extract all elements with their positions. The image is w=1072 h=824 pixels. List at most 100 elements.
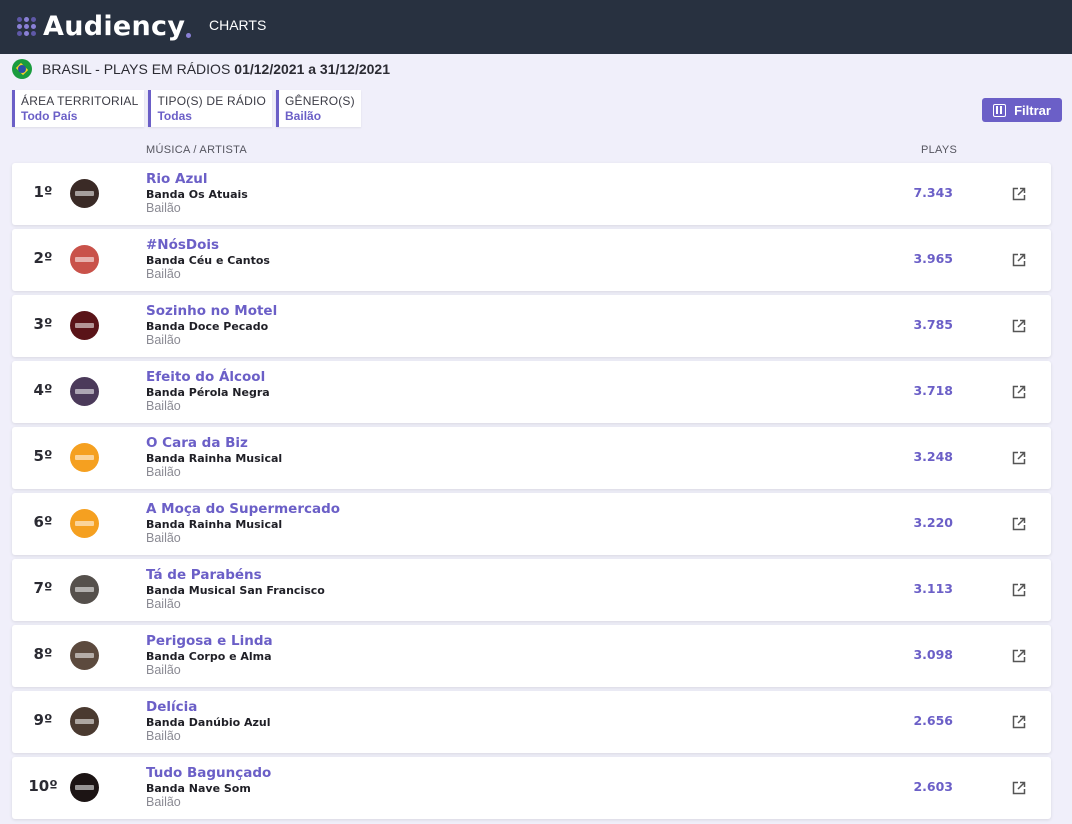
artist-name: Banda Rainha Musical bbox=[146, 452, 283, 465]
plays-count: 2.656 bbox=[913, 713, 953, 728]
genre-label: Bailão bbox=[146, 201, 181, 215]
genre-label: Bailão bbox=[146, 729, 181, 743]
external-link-icon[interactable] bbox=[1012, 253, 1026, 267]
rank-number: 8º bbox=[33, 645, 53, 663]
filter-button-label: Filtrar bbox=[1014, 102, 1051, 118]
song-title[interactable]: Rio Azul bbox=[146, 171, 208, 187]
chart-row[interactable]: 8º Perigosa e Linda Banda Corpo e Alma Bail… bbox=[12, 625, 1051, 687]
album-art bbox=[70, 245, 99, 274]
genre-label: Bailão bbox=[146, 795, 181, 809]
filter-button[interactable]: Filtrar bbox=[982, 98, 1062, 122]
chart-row[interactable]: 9º Delícia Banda Danúbio Azul Bailão 2.656 bbox=[12, 691, 1051, 753]
artist-name: Banda Danúbio Azul bbox=[146, 716, 271, 729]
song-title[interactable]: Tá de Parabéns bbox=[146, 567, 262, 583]
artist-name: Banda Rainha Musical bbox=[146, 518, 283, 531]
genre-label: Bailão bbox=[146, 399, 181, 413]
artist-name: Banda Doce Pecado bbox=[146, 320, 269, 333]
active-filters: ÁREA TERRITORIAL Todo País TIPO(S) DE RÁ… bbox=[12, 90, 365, 127]
artist-name: Banda Musical San Francisco bbox=[146, 584, 325, 597]
album-art bbox=[70, 773, 99, 802]
filter-radio-type[interactable]: TIPO(S) DE RÁDIO Todas bbox=[148, 90, 273, 127]
chart-row[interactable]: 7º Tá de Parabéns Banda Musical San Franci… bbox=[12, 559, 1051, 621]
rank-number: 10º bbox=[28, 777, 58, 795]
song-title[interactable]: Sozinho no Motel bbox=[146, 303, 277, 319]
plays-count: 3.248 bbox=[913, 449, 953, 464]
external-link-icon[interactable] bbox=[1012, 583, 1026, 597]
logo-text: Audiency bbox=[43, 10, 186, 42]
external-link-icon[interactable] bbox=[1012, 715, 1026, 729]
song-title[interactable]: Delícia bbox=[146, 699, 197, 715]
external-link-icon[interactable] bbox=[1012, 319, 1026, 333]
album-art bbox=[70, 179, 99, 208]
chart-row[interactable]: 6º A Moça do Supermercado Banda Rainha Mus… bbox=[12, 493, 1051, 555]
filter-genre[interactable]: GÊNERO(S) Bailão bbox=[276, 90, 361, 127]
filter-territorial-area[interactable]: ÁREA TERRITORIAL Todo País bbox=[12, 90, 145, 127]
external-link-icon[interactable] bbox=[1012, 781, 1026, 795]
rank-number: 7º bbox=[33, 579, 53, 597]
external-link-icon[interactable] bbox=[1012, 649, 1026, 663]
audiency-logo[interactable]: Audiency bbox=[17, 10, 192, 42]
chart-row[interactable]: 1º Rio Azul Banda Os Atuais Bailão 7.343 bbox=[12, 163, 1051, 225]
song-title[interactable]: Efeito do Álcool bbox=[146, 369, 265, 385]
genre-label: Bailão bbox=[146, 465, 181, 479]
column-header-music-artist: MÚSICA / ARTISTA bbox=[146, 144, 247, 156]
genre-label: Bailão bbox=[146, 597, 181, 611]
artist-name: Banda Céu e Cantos bbox=[146, 254, 270, 267]
genre-label: Bailão bbox=[146, 333, 181, 347]
genre-label: Bailão bbox=[146, 531, 181, 545]
external-link-icon[interactable] bbox=[1012, 517, 1026, 531]
external-link-icon[interactable] bbox=[1012, 187, 1026, 201]
song-title[interactable]: O Cara da Biz bbox=[146, 435, 248, 451]
artist-name: Banda Os Atuais bbox=[146, 188, 248, 201]
plays-count: 3.718 bbox=[913, 383, 953, 398]
date-range: 01/12/2021 a 31/12/2021 bbox=[234, 61, 390, 77]
plays-count: 3.113 bbox=[913, 581, 953, 596]
artist-name: Banda Pérola Negra bbox=[146, 386, 270, 399]
filter-label: GÊNERO(S) bbox=[285, 94, 355, 108]
plays-count: 7.343 bbox=[913, 185, 953, 200]
song-title[interactable]: Tudo Bagunçado bbox=[146, 765, 271, 781]
album-art bbox=[70, 707, 99, 736]
filter-value: Todo País bbox=[21, 109, 78, 123]
rank-number: 3º bbox=[33, 315, 53, 333]
chart-row[interactable]: 10º Tudo Bagunçado Banda Nave Som Bailão 2.6… bbox=[12, 757, 1051, 819]
song-title[interactable]: A Moça do Supermercado bbox=[146, 501, 340, 517]
rank-number: 4º bbox=[33, 381, 53, 399]
plays-count: 3.220 bbox=[913, 515, 953, 530]
rank-number: 1º bbox=[33, 183, 53, 201]
album-art bbox=[70, 377, 99, 406]
external-link-icon[interactable] bbox=[1012, 451, 1026, 465]
chart-row[interactable]: 3º Sozinho no Motel Banda Doce Pecado Bailã… bbox=[12, 295, 1051, 357]
top-navbar: Audiency CHARTS bbox=[0, 0, 1072, 54]
album-art bbox=[70, 311, 99, 340]
filter-label: TIPO(S) DE RÁDIO bbox=[157, 94, 267, 108]
rank-number: 2º bbox=[33, 249, 53, 267]
brazil-flag-icon bbox=[12, 59, 32, 79]
chart-row[interactable]: 4º Efeito do Álcool Banda Pérola Negra Bail… bbox=[12, 361, 1051, 423]
chart-row[interactable]: 2º #NósDois Banda Céu e Cantos Bailão 3.965 bbox=[12, 229, 1051, 291]
external-link-icon[interactable] bbox=[1012, 385, 1026, 399]
column-header-plays: PLAYS bbox=[921, 144, 958, 156]
artist-name: Banda Corpo e Alma bbox=[146, 650, 272, 663]
chart-title-bar: BRASIL - PLAYS EM RÁDIOS 01/12/2021 a 31… bbox=[12, 59, 390, 79]
album-art bbox=[70, 575, 99, 604]
chart-list: 1º Rio Azul Banda Os Atuais Bailão 7.343 2º #N… bbox=[12, 163, 1051, 823]
plays-count: 3.785 bbox=[913, 317, 953, 332]
filter-value: Todas bbox=[157, 109, 192, 123]
sliders-icon bbox=[993, 103, 1007, 117]
plays-count: 3.098 bbox=[913, 647, 953, 662]
logo-icon bbox=[17, 14, 37, 38]
song-title[interactable]: Perigosa e Linda bbox=[146, 633, 273, 649]
chart-title: BRASIL - PLAYS EM RÁDIOS bbox=[42, 61, 231, 77]
plays-count: 2.603 bbox=[913, 779, 953, 794]
filter-label: ÁREA TERRITORIAL bbox=[21, 94, 139, 108]
rank-number: 6º bbox=[33, 513, 53, 531]
artist-name: Banda Nave Som bbox=[146, 782, 251, 795]
genre-label: Bailão bbox=[146, 663, 181, 677]
album-art bbox=[70, 509, 99, 538]
genre-label: Bailão bbox=[146, 267, 181, 281]
song-title[interactable]: #NósDois bbox=[146, 237, 219, 253]
rank-number: 5º bbox=[33, 447, 53, 465]
chart-row[interactable]: 5º O Cara da Biz Banda Rainha Musical Bailã… bbox=[12, 427, 1051, 489]
nav-charts-link[interactable]: CHARTS bbox=[209, 17, 266, 33]
